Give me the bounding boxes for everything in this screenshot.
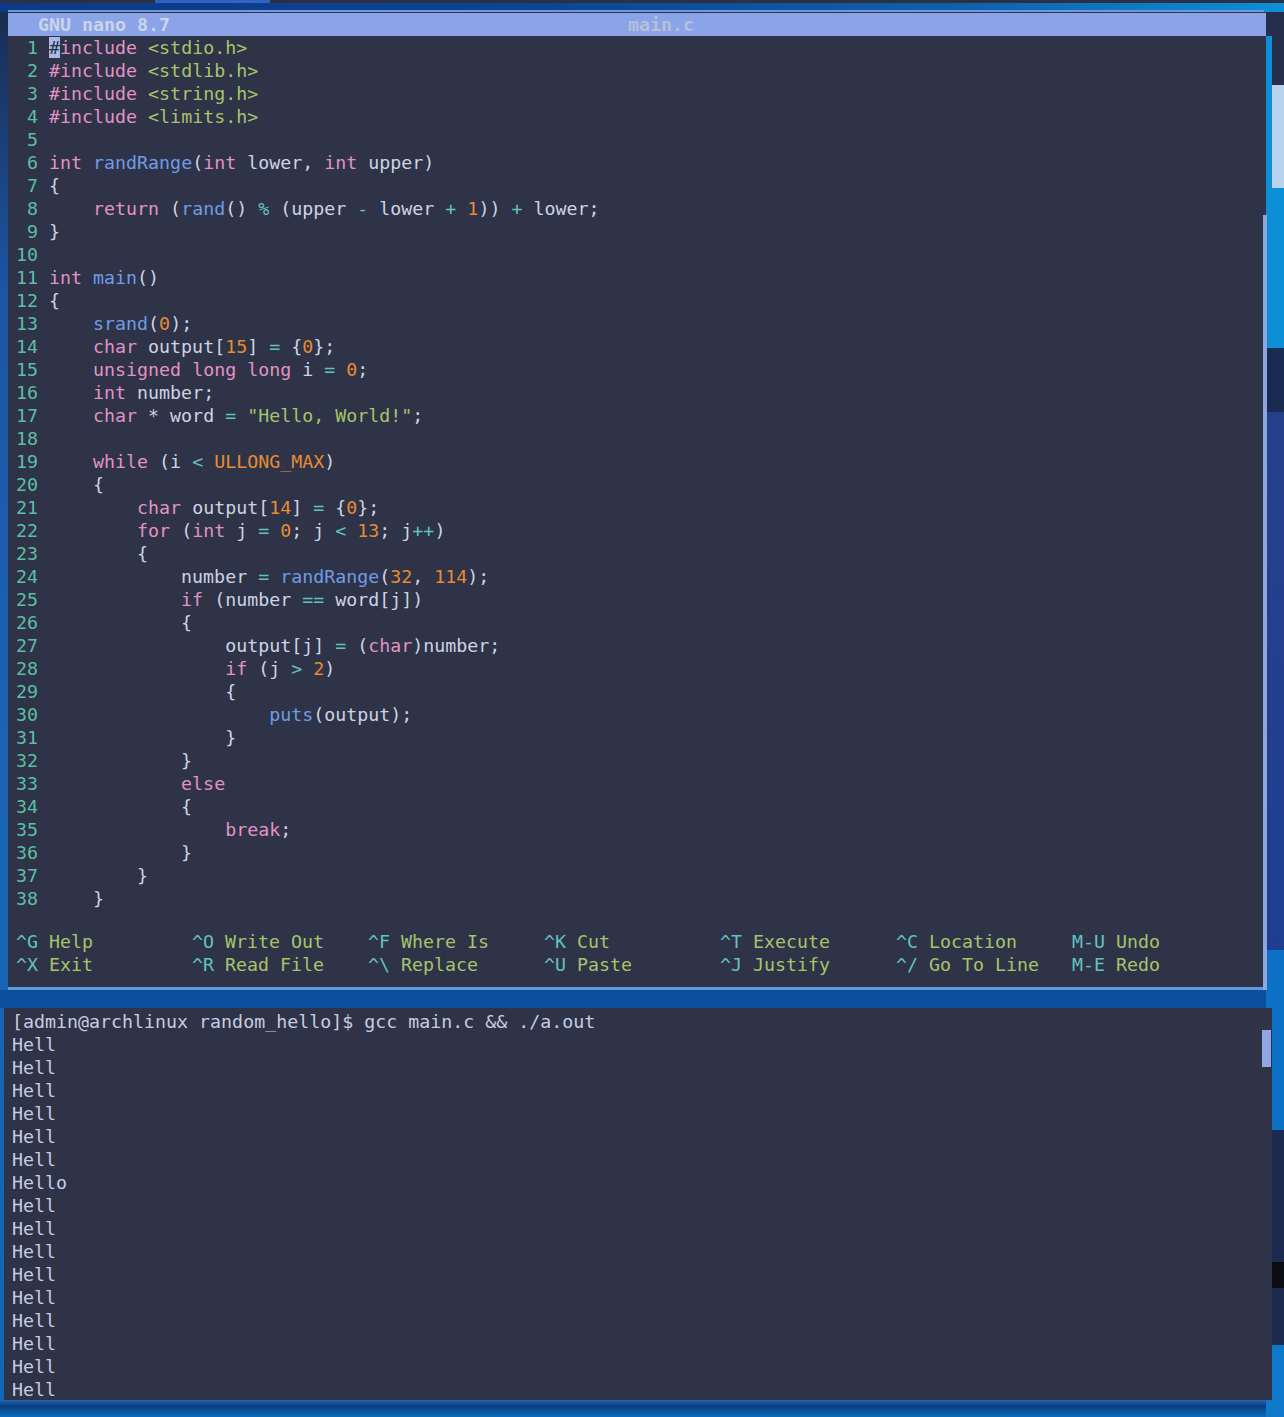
code-line: 10 (16, 243, 599, 266)
shortcut-execute[interactable]: ^T Execute (720, 930, 830, 953)
shortcut-location[interactable]: ^C Location (896, 930, 1017, 953)
code-line: 33 else (16, 772, 599, 795)
nano-editor-pane[interactable]: GNU nano 8.7 main.c 1 #include <stdio.h>… (8, 12, 1266, 990)
code-line: 36 } (16, 841, 599, 864)
nano-window-scrollbar[interactable] (1263, 215, 1267, 990)
window-separator (0, 990, 1266, 1008)
code-line: 31 } (16, 726, 599, 749)
code-line: 26 { (16, 611, 599, 634)
terminal-output-line: Hell (12, 1125, 595, 1148)
shortcut-paste[interactable]: ^U Paste (544, 953, 632, 976)
code-line: 1 #include <stdio.h> (16, 36, 599, 59)
code-line: 9 } (16, 220, 599, 243)
terminal-output-line: Hell (12, 1102, 595, 1125)
text-cursor: # (49, 37, 60, 58)
code-line: 2 #include <stdlib.h> (16, 59, 599, 82)
code-line: 37 } (16, 864, 599, 887)
code-line: 18 (16, 427, 599, 450)
terminal-pane[interactable]: [admin@archlinux random_hello]$ gcc main… (4, 1008, 1272, 1400)
background-dark-patch (1272, 36, 1284, 85)
code-line: 19 while (i < ULLONG_MAX) (16, 450, 599, 473)
terminal-output-line: Hell (12, 1194, 595, 1217)
background-dark-patch (1270, 1262, 1284, 1288)
code-line: 14 char output[15] = {0}; (16, 335, 599, 358)
code-line: 24 number = randRange(32, 114); (16, 565, 599, 588)
shortcut-row-2: ^X Exit ^R Read File ^\ Replace ^U Paste ^J … (8, 953, 1266, 976)
terminal-output: [admin@archlinux random_hello]$ gcc main… (4, 1010, 595, 1400)
code-line: 13 srand(0); (16, 312, 599, 335)
code-line: 21 char output[14] = {0}; (16, 496, 599, 519)
terminal-output-line: Hell (12, 1286, 595, 1309)
scrollbar-thumb[interactable] (1262, 1030, 1271, 1067)
code-line: 5 (16, 128, 599, 151)
terminal-output-line: Hell (12, 1056, 595, 1079)
shortcut-redo[interactable]: M-E Redo (1072, 953, 1160, 976)
terminal-output-line: Hell (12, 1079, 595, 1102)
code-line: 15 unsigned long long i = 0; (16, 358, 599, 381)
code-line: 22 for (int j = 0; j < 13; j++) (16, 519, 599, 542)
terminal-output-line: Hell (12, 1309, 595, 1332)
shortcut-write-out[interactable]: ^O Write Out (192, 930, 324, 953)
terminal-output-line: Hell (12, 1033, 595, 1056)
terminal-output-line: Hell (12, 1217, 595, 1240)
terminal-output-line: Hell (12, 1148, 595, 1171)
shortcut-replace[interactable]: ^\ Replace (368, 953, 478, 976)
terminal-prompt-line: [admin@archlinux random_hello]$ gcc main… (12, 1010, 595, 1033)
background-dark-patch (1266, 12, 1284, 36)
shortcut-where-is[interactable]: ^F Where Is (368, 930, 489, 953)
shortcut-justify[interactable]: ^J Justify (720, 953, 830, 976)
code-line: 27 output[j] = (char)number; (16, 634, 599, 657)
terminal-output-line: Hell (12, 1355, 595, 1378)
code-line: 7 { (16, 174, 599, 197)
code-line: 11 int main() (16, 266, 599, 289)
code-line: 12 { (16, 289, 599, 312)
shortcut-go-to-line[interactable]: ^/ Go To Line (896, 953, 1039, 976)
shortcut-exit[interactable]: ^X Exit (16, 953, 93, 976)
terminal-output-line: Hell (12, 1378, 595, 1400)
wallpaper-strip-bottom (0, 1400, 1266, 1417)
code-line: 16 int number; (16, 381, 599, 404)
wallpaper-strip-top-accent (155, 0, 270, 3)
background-window-scrollbar (1272, 85, 1284, 188)
code-line: 25 if (number == word[j]) (16, 588, 599, 611)
code-line: 28 if (j > 2) (16, 657, 599, 680)
nano-version-label: GNU nano 8.7 (38, 13, 170, 36)
shortcut-read-file[interactable]: ^R Read File (192, 953, 324, 976)
code-line: 30 puts(output); (16, 703, 599, 726)
terminal-output-line: Hell (12, 1263, 595, 1286)
code-line: 35 break; (16, 818, 599, 841)
wallpaper-segment (1266, 348, 1284, 412)
code-line: 38 } (16, 887, 599, 910)
shortcut-undo[interactable]: M-U Undo (1072, 930, 1160, 953)
shortcut-row-1: ^G Help ^O Write Out ^F Where Is ^K Cut ^T E… (8, 930, 1266, 953)
code-line: 34 { (16, 795, 599, 818)
code-line: 17 char * word = "Hello, World!"; (16, 404, 599, 427)
terminal-output-line: Hell (12, 1240, 595, 1263)
code-area[interactable]: 1 #include <stdio.h> 2 #include <stdlib.… (8, 36, 599, 910)
shortcut-help[interactable]: ^G Help (16, 930, 93, 953)
code-line: 6 int randRange(int lower, int upper) (16, 151, 599, 174)
wallpaper-segment (1266, 412, 1284, 950)
shortcut-cut[interactable]: ^K Cut (544, 930, 610, 953)
code-line: 20 { (16, 473, 599, 496)
filename-label: main.c (628, 13, 694, 36)
terminal-output-line: Hell (12, 1332, 595, 1355)
code-line: 23 { (16, 542, 599, 565)
code-line: 8 return (rand() % (upper - lower + 1)) … (16, 197, 599, 220)
code-line: 32 } (16, 749, 599, 772)
code-line: 29 { (16, 680, 599, 703)
code-line: 3 #include <string.h> (16, 82, 599, 105)
terminal-output-line: Hello (12, 1171, 595, 1194)
nano-titlebar: GNU nano 8.7 main.c (8, 13, 1266, 36)
code-line: 4 #include <limits.h> (16, 105, 599, 128)
